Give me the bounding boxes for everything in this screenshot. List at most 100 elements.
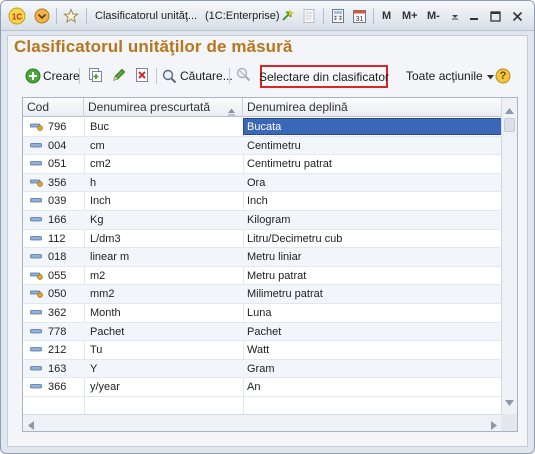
column-header-short-name[interactable]: Denumirea prescurtată xyxy=(84,98,243,117)
chevron-down-icon xyxy=(486,69,494,83)
cell-full-name: Milimetru patrat xyxy=(247,288,323,301)
cell-short-name: mm2 xyxy=(90,288,115,301)
scroll-left-icon[interactable] xyxy=(28,419,34,431)
search-label: Căutare... xyxy=(180,69,233,83)
cell-code: 362 xyxy=(48,306,67,319)
column-header-full-name[interactable]: Denumirea deplină xyxy=(243,98,502,117)
scroll-right-icon[interactable] xyxy=(491,419,497,431)
help-button[interactable]: ? xyxy=(495,65,513,87)
document-icon[interactable] xyxy=(301,7,317,25)
cell-full-name: Watt xyxy=(247,344,270,357)
table-row[interactable]: 362 Month Luna xyxy=(23,304,502,323)
memory-plus-button[interactable]: M+ xyxy=(402,7,418,25)
key-icon xyxy=(30,290,43,299)
window-title: Clasificatorul unităţ... xyxy=(95,10,198,22)
cell-short-name: Tu xyxy=(90,344,103,357)
table-row[interactable]: 050 mm2 Milimetru patrat xyxy=(23,285,502,304)
table-row[interactable]: 039 Inch Inch xyxy=(23,192,502,211)
cell-short-name: Month xyxy=(90,306,121,319)
delete-button[interactable] xyxy=(134,65,152,87)
app-name: (1C:Enterprise) xyxy=(205,10,280,22)
table-row[interactable]: 366 y/year An xyxy=(23,378,502,397)
table-row[interactable]: 166 Kg Kilogram xyxy=(23,210,502,230)
cell-short-name: linear m xyxy=(90,251,130,264)
cell-code: 018 xyxy=(48,251,67,264)
form-title: Clasificatorul unităţilor de măsură xyxy=(14,37,293,56)
scroll-thumb[interactable] xyxy=(504,118,515,132)
toolbar-dropdown-icon[interactable] xyxy=(450,7,460,25)
calculator-icon[interactable] xyxy=(330,7,346,25)
link-arrow-icon[interactable] xyxy=(279,7,297,25)
cell-code: 366 xyxy=(48,381,67,394)
search-button[interactable]: Căutare... xyxy=(162,65,233,87)
cell-full-name: Metru patrat xyxy=(247,269,307,282)
selected-cell-highlight xyxy=(243,118,502,135)
close-icon[interactable] xyxy=(510,7,524,25)
cell-full-name: Litru/Decimetru cub xyxy=(247,232,343,245)
create-button[interactable]: Creare xyxy=(25,65,80,87)
copy-icon xyxy=(87,67,103,86)
table-row[interactable]: 112 L/dm3 Litru/Decimetru cub xyxy=(23,230,502,249)
help-label: ? xyxy=(499,70,507,82)
table-row[interactable]: 212 Tu Watt xyxy=(23,341,502,360)
key-icon xyxy=(30,123,43,131)
cell-code: 796 xyxy=(48,121,67,133)
all-actions-menu[interactable]: Toate acţiunile xyxy=(406,65,494,87)
menu-dropdown-icon[interactable] xyxy=(33,7,51,25)
memory-button[interactable]: M xyxy=(382,7,391,25)
vertical-scrollbar[interactable] xyxy=(501,98,517,414)
table-row[interactable]: 018 linear m Metru liniar xyxy=(23,248,502,267)
add-icon xyxy=(25,68,41,84)
dash-icon xyxy=(30,254,42,260)
units-table[interactable]: Cod Denumirea prescurtată Denumirea depl… xyxy=(22,97,518,432)
horizontal-scrollbar[interactable] xyxy=(23,414,502,431)
column-header-code[interactable]: Cod xyxy=(23,98,84,117)
table-row[interactable]: 051 cm2 Centimetru patrat xyxy=(23,155,502,174)
cell-full-name: Kilogram xyxy=(247,213,291,226)
dash-icon xyxy=(30,365,42,372)
star-icon[interactable] xyxy=(62,7,80,25)
table-header: Cod Denumirea prescurtată Denumirea depl… xyxy=(23,98,502,117)
key-icon xyxy=(30,179,43,187)
cell-full-name: Centimetru patrat xyxy=(247,158,332,171)
cell-full-name: Ora xyxy=(247,176,266,189)
scroll-up-icon[interactable] xyxy=(505,103,514,117)
copy-button[interactable] xyxy=(87,65,105,87)
select-from-classifier-button[interactable]: Selectare din clasificator xyxy=(258,65,390,88)
svg-text:1C: 1C xyxy=(12,13,22,22)
app-window: 1C Clasificatorul unităţ... (1C:Enterpri… xyxy=(0,0,535,454)
minimize-icon[interactable] xyxy=(467,7,481,25)
cell-code: 112 xyxy=(48,232,66,245)
cell-short-name: h xyxy=(90,176,97,189)
cell-full-name: Luna xyxy=(247,306,272,319)
memory-minus-button[interactable]: M- xyxy=(427,7,440,25)
clear-search-button[interactable] xyxy=(236,65,254,87)
create-label: Creare xyxy=(43,69,80,83)
cell-full-name: Metru liniar xyxy=(247,251,302,264)
table-row[interactable]: 163 Y Gram xyxy=(23,359,502,379)
cell-full-name: Gram xyxy=(247,362,275,375)
table-row[interactable]: 356 h Ora xyxy=(23,173,502,193)
table-row[interactable]: 796 Buc Bucata xyxy=(23,118,502,137)
dash-icon xyxy=(30,384,42,390)
calendar-icon[interactable]: 31 xyxy=(351,7,367,25)
1c-logo-icon[interactable]: 1C xyxy=(7,7,27,25)
cell-short-name: Buc xyxy=(90,121,109,133)
edit-button[interactable] xyxy=(111,65,129,87)
cell-code: 051 xyxy=(48,158,67,171)
dash-icon xyxy=(30,198,42,204)
select-from-classifier-label: Selectare din clasificator xyxy=(258,69,390,84)
maximize-icon[interactable] xyxy=(488,7,502,25)
dash-icon xyxy=(30,235,42,242)
table-row[interactable]: 778 Pachet Pachet xyxy=(23,322,502,342)
dash-icon xyxy=(30,328,42,335)
cell-full-name: Inch xyxy=(247,195,268,208)
cell-full-name: Bucata xyxy=(247,121,282,133)
scroll-down-icon[interactable] xyxy=(505,395,514,409)
table-row[interactable]: 055 m2 Metru patrat xyxy=(23,267,502,286)
cell-short-name: m2 xyxy=(90,269,106,282)
cell-full-name: Centimetru xyxy=(247,139,301,152)
cell-short-name: Pachet xyxy=(90,325,125,338)
cell-full-name: Pachet xyxy=(247,325,282,338)
table-row[interactable]: 004 cm Centimetru xyxy=(23,136,502,156)
